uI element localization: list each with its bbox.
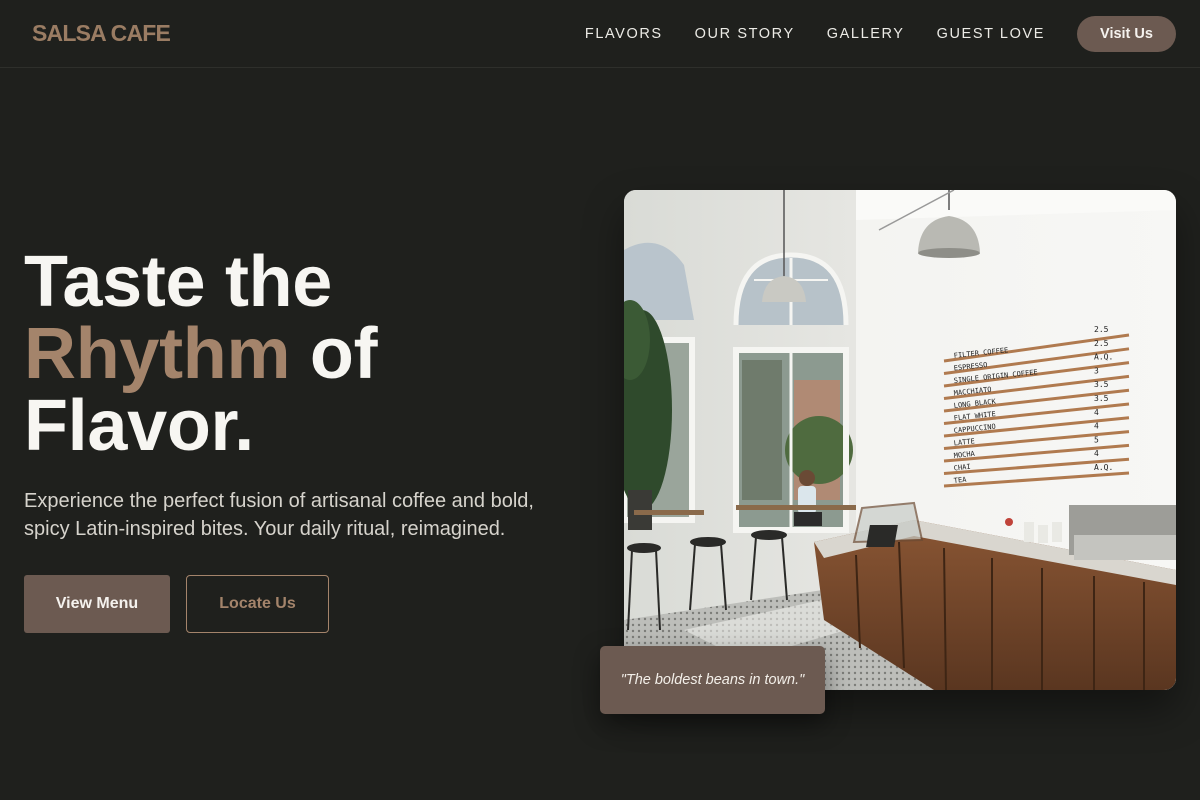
menu-board-price: 3.5 [1094, 394, 1109, 403]
hero-subtitle: Experience the perfect fusion of artisan… [24, 490, 534, 540]
menu-board-price: A.Q. [1094, 353, 1113, 362]
menu-board-price: 2.5 [1094, 339, 1109, 348]
nav-link-guest-love[interactable]: GUEST LOVE [937, 26, 1045, 42]
cafe-interior-image: FILTER COFFEE 2.5 ESPRESSO 2.5 SINGLE ORIGIN… [624, 190, 1176, 690]
locate-us-button[interactable]: Locate Us [186, 575, 329, 633]
hero-title-line2: of [290, 314, 378, 394]
menu-board-price: A.Q. [1094, 463, 1113, 472]
hero-title-line1: Taste the [24, 242, 333, 322]
top-navbar: SALSA CAFE FLAVORS OUR STORY GALLERY GUE… [0, 0, 1200, 68]
menu-board-price: 2.5 [1094, 325, 1109, 334]
menu-board-price: 5 [1094, 435, 1099, 444]
quote-text: "The boldest beans in town." [620, 672, 805, 688]
hero-title: Taste the Rhythm of Flavor. [24, 246, 584, 462]
menu-board-price: 4 [1094, 449, 1099, 458]
hero-title-line3: Flavor. [24, 386, 255, 466]
hero-title-accent: Rhythm [24, 314, 291, 394]
nav-link-flavors[interactable]: FLAVORS [585, 26, 663, 42]
visit-us-button[interactable]: Visit Us [1077, 15, 1176, 52]
menu-board-price: 3 [1094, 366, 1099, 375]
view-menu-button[interactable]: View Menu [24, 575, 170, 633]
quote-card: "The boldest beans in town." [600, 646, 825, 714]
menu-board-price: 4 [1094, 422, 1099, 431]
brand-logo[interactable]: SALSA CAFE [32, 20, 171, 47]
menu-board-item: TEA [953, 476, 967, 485]
menu-board-price: 4 [1094, 408, 1099, 417]
menu-board-price: 3.5 [1094, 380, 1109, 389]
nav-link-our-story[interactable]: OUR STORY [695, 26, 795, 42]
nav-menu: FLAVORS OUR STORY GALLERY GUEST LOVE Vis… [585, 15, 1176, 52]
nav-link-gallery[interactable]: GALLERY [827, 26, 905, 42]
